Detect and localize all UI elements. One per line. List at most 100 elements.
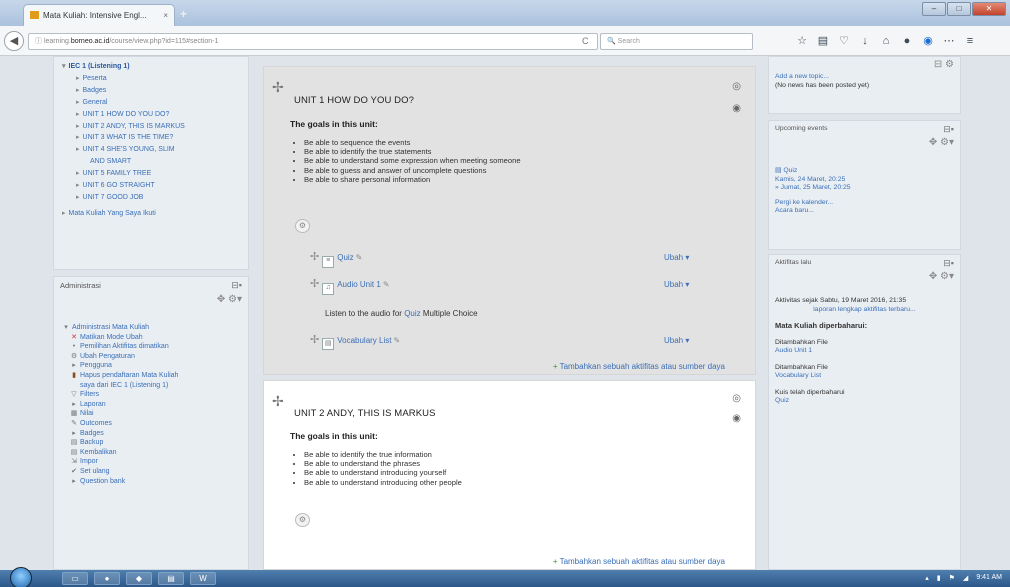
update-link[interactable]: Vocabulary List	[775, 372, 954, 381]
dock-block-icon[interactable]: ⊟▪	[943, 259, 954, 268]
block-move-gear-icon[interactable]: ✥ ⚙▾	[60, 295, 242, 309]
admin-item[interactable]: ▸ Question bank	[60, 477, 242, 487]
taskbar-word-icon[interactable]: W	[190, 572, 216, 585]
admin-item[interactable]: ✔ Set ulang	[60, 467, 242, 477]
quiz-link[interactable]: Quiz	[404, 309, 420, 318]
new-event-link[interactable]: Acara baru...	[775, 207, 954, 216]
home-icon[interactable]: ⌂	[879, 35, 893, 48]
unenrol-icon: ▮	[72, 371, 76, 379]
block-move-gear-icon[interactable]: ✥ ⚙▾	[775, 138, 954, 153]
admin-item[interactable]: ▸ Pengguna	[60, 361, 242, 371]
full-report-link[interactable]: laporan lengkap aktifitas terbaru...	[775, 306, 954, 315]
close-window-button[interactable]: ✕	[972, 2, 1006, 16]
activity-vocabulary[interactable]: ✢ ▤ Vocabulary List ✎	[310, 333, 400, 350]
search-input[interactable]: 🔍 Search	[600, 33, 753, 50]
admin-item-continuation[interactable]: saya dari IEC 1 (Listening 1)	[60, 381, 242, 391]
admin-item[interactable]: ▤ Backup	[60, 438, 242, 448]
taskbar-app-icon[interactable]: ◆	[126, 572, 152, 585]
edit-menu-audio[interactable]: Ubah ▾	[664, 280, 689, 289]
block-controls-icon[interactable]: ⊟ ⚙	[775, 60, 954, 73]
hide-eye-icon[interactable]: ◉	[732, 413, 741, 424]
event-quiz[interactable]: ▤ Quiz	[775, 167, 954, 176]
event-date-2[interactable]: » Jumat, 25 Maret, 20:25	[775, 184, 954, 193]
dock-block-icon[interactable]: ⊟▪	[943, 125, 954, 134]
nav-my-courses[interactable]: ▸ Mata Kuliah Yang Saya Ikuti	[62, 208, 248, 220]
admin-root[interactable]: ▾ Administrasi Mata Kuliah	[60, 323, 242, 333]
address-bar[interactable]: ⓘ learning.borneo.ac.id/course/view.php?…	[28, 33, 598, 50]
tray-signal-icon[interactable]: ◢	[963, 574, 968, 582]
edit-summary-gear-icon[interactable]: ⚙	[295, 219, 310, 233]
move-section-icon[interactable]: ✢	[272, 79, 284, 96]
admin-item[interactable]: ⇲ Impor	[60, 457, 242, 467]
nav-item[interactable]: ▸ UNIT 4 SHE'S YOUNG, SLIM	[62, 144, 248, 156]
pocket-icon[interactable]: ♡	[837, 35, 851, 48]
nav-item[interactable]: ▸ UNIT 1 HOW DO YOU DO?	[62, 109, 248, 121]
nav-item-continuation[interactable]: AND SMART	[62, 156, 248, 168]
taskbar-media-icon[interactable]: ●	[94, 572, 120, 585]
add-activity-link[interactable]: + Tambahkan sebuah aktifitas atau sumber…	[553, 362, 725, 371]
browser-tab[interactable]: Mata Kuliah: Intensive Engl... ×	[23, 4, 175, 26]
admin-item[interactable]: ▸ Badges	[60, 429, 242, 439]
admin-item[interactable]: • Pemilihan Aktifitas dimatikan	[60, 342, 242, 352]
admin-item[interactable]: ✎ Outcomes	[60, 419, 242, 429]
admin-item[interactable]: ⚙ Ubah Pengaturan	[60, 352, 242, 362]
collapsed-arrow-icon: ▸	[76, 146, 80, 154]
taskbar-folder-icon[interactable]: ▤	[158, 572, 184, 585]
add-new-topic-link[interactable]: Add a new topic...	[775, 73, 954, 82]
quiz-icon: ≡	[322, 256, 335, 268]
admin-item[interactable]: ▤ Kembalikan	[60, 448, 242, 458]
tray-network-icon[interactable]: ▮	[937, 574, 941, 582]
taskbar-explorer-icon[interactable]: ▭	[62, 572, 88, 585]
bookmark-star-icon[interactable]: ☆	[795, 35, 809, 48]
edit-summary-gear-icon[interactable]: ⚙	[295, 513, 310, 527]
download-icon[interactable]: ↓	[858, 35, 872, 48]
block-move-gear-icon[interactable]: ✥ ⚙▾	[775, 272, 954, 287]
admin-item[interactable]: ▮ Hapus pendaftaran Mata Kuliah	[60, 371, 242, 381]
highlight-lightbulb-icon[interactable]: ◎	[732, 81, 741, 92]
edit-menu-quiz[interactable]: Ubah ▾	[664, 253, 689, 262]
nav-item[interactable]: ▸ General	[62, 97, 248, 109]
maximize-button[interactable]: □	[947, 2, 971, 16]
nav-item[interactable]: ▸ UNIT 3 WHAT IS THE TIME?	[62, 132, 248, 144]
tab-close-icon[interactable]: ×	[163, 11, 168, 20]
nav-item[interactable]: ▸ UNIT 5 FAMILY TREE	[62, 168, 248, 180]
hide-eye-icon[interactable]: ◉	[732, 103, 741, 114]
overflow-icon[interactable]: ⋯	[942, 35, 956, 48]
admin-item[interactable]: ▽ Filters	[60, 390, 242, 400]
tray-arrow-icon[interactable]: ▴	[925, 574, 929, 582]
nav-item[interactable]: ▸ UNIT 2 ANDY, THIS IS MARKUS	[62, 121, 248, 133]
edit-menu-vocabulary[interactable]: Ubah ▾	[664, 336, 689, 345]
reading-list-icon[interactable]: ▤	[816, 35, 830, 48]
admin-item[interactable]: ▦ Nilai	[60, 409, 242, 419]
event-date-1[interactable]: Kamis, 24 Maret, 20:25	[775, 176, 954, 185]
nav-item[interactable]: ▸ UNIT 7 GOOD JOB	[62, 192, 248, 204]
menu-icon[interactable]: ≡	[963, 35, 977, 48]
update-link[interactable]: Audio Unit 1	[775, 347, 954, 356]
clock[interactable]: 9:41 AM	[976, 574, 1002, 582]
extension-icon[interactable]: ◉	[921, 35, 935, 48]
admin-item[interactable]: ▸ Laporan	[60, 400, 242, 410]
goal-item: Be able to understand introducing yourse…	[304, 468, 462, 477]
chat-icon[interactable]: ●	[900, 35, 914, 48]
minimize-button[interactable]: –	[922, 2, 946, 16]
admin-item[interactable]: ✕ Matikan Mode Ubah	[60, 333, 242, 343]
activity-audio[interactable]: ✢ ♫ Audio Unit 1 ✎	[310, 277, 390, 295]
highlight-lightbulb-icon[interactable]: ◎	[732, 393, 741, 404]
tray-flag-icon[interactable]: ⚑	[949, 574, 955, 582]
reload-icon[interactable]: C	[582, 36, 589, 46]
activity-quiz[interactable]: ✢ ≡ Quiz ✎	[310, 250, 362, 268]
update-link[interactable]: Quiz	[775, 397, 954, 406]
nav-item[interactable]: ▸ Peserta	[62, 73, 248, 85]
add-activity-link[interactable]: + Tambahkan sebuah aktifitas atau sumber…	[553, 557, 725, 566]
nav-item[interactable]: ▸ Badges	[62, 85, 248, 97]
goto-calendar-link[interactable]: Pergi ke kalender...	[775, 199, 954, 208]
start-button[interactable]	[10, 567, 32, 587]
new-tab-button[interactable]: +	[180, 7, 187, 21]
nav-course-node[interactable]: ▾ IEC 1 (Listening 1)	[62, 61, 248, 73]
back-button[interactable]: ◀	[4, 31, 24, 51]
no-news-text: (No news has been posted yet)	[775, 81, 870, 89]
administration-block: Administrasi ⊟▪ ✥ ⚙▾ ▾ Administrasi Mata K…	[53, 276, 249, 570]
dock-block-icon[interactable]: ⊟▪	[231, 280, 242, 291]
move-section-icon[interactable]: ✢	[272, 393, 284, 410]
nav-item[interactable]: ▸ UNIT 6 GO STRAIGHT	[62, 180, 248, 192]
